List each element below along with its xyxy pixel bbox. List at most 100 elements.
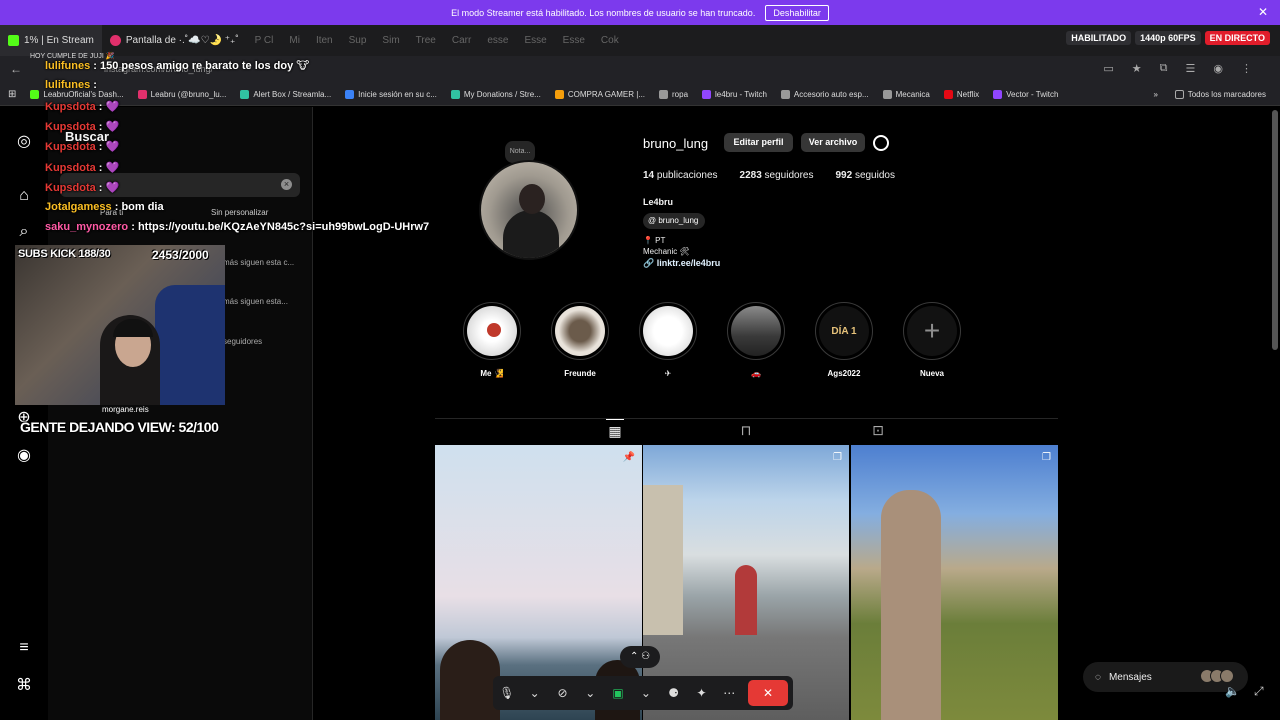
bio-location: 📍 PT [643, 236, 666, 245]
instagram-logo-icon[interactable]: ◎ [15, 133, 33, 151]
view-archive-button[interactable]: Ver archivo [801, 133, 865, 152]
bookmark-item[interactable]: Netflix [943, 90, 979, 99]
posts-grid-icon[interactable]: ▦ [606, 419, 624, 445]
more-options-icon[interactable]: ⋯ [720, 684, 738, 702]
bookmark-favicon-icon [240, 90, 250, 99]
cast-icon[interactable]: ▭ [1103, 62, 1113, 75]
bio-link[interactable]: 🔗 linktr.ee/le4bru [643, 258, 720, 269]
threads-icon[interactable]: ⌘ [15, 677, 33, 695]
back-arrow-icon[interactable]: ← [10, 62, 22, 76]
bookmark-label: Accesorio auto esp... [793, 90, 869, 99]
menu-lines-icon[interactable]: ☰ [1186, 62, 1196, 75]
volume-icon[interactable]: 🔈 [1225, 684, 1240, 698]
clear-icon[interactable]: × [281, 179, 292, 190]
end-call-button[interactable]: ✕ [748, 680, 789, 706]
no-customize-label[interactable]: Sin personalizar [211, 208, 268, 217]
profile-icon[interactable]: ◉ [15, 447, 33, 465]
search-panel: Buscar × Para ti Sin personalizar más si… [48, 107, 313, 720]
suggested-user[interactable]: morgane.reis [102, 405, 149, 414]
screen-share-icon[interactable]: ▣ [609, 684, 627, 702]
bookmark-item[interactable]: Alert Box / Streamla... [240, 90, 331, 99]
tab-8[interactable]: Carr [444, 25, 479, 56]
hamburger-menu-icon[interactable]: ≡ [15, 639, 33, 657]
highlight-plane[interactable]: ✈ [639, 302, 697, 378]
tab-11[interactable]: Esse [555, 25, 593, 56]
highlight-cover: DÍA 1 [819, 306, 869, 356]
tab-label: P Cl [254, 35, 274, 46]
tagged-icon[interactable]: ⊡ [869, 419, 887, 445]
saved-bookmark-icon[interactable]: ⊓ [737, 419, 755, 445]
search-icon[interactable]: ⌕ [15, 223, 33, 241]
highlight-me[interactable]: Me 🧏 [463, 302, 521, 378]
bookmark-item[interactable]: Leabru (@bruno_lu... [137, 90, 226, 99]
tab-6[interactable]: Sim [374, 25, 407, 56]
apps-grid-icon[interactable]: ⊞ [8, 89, 16, 100]
rider-shape [735, 565, 757, 635]
chevron-down-icon[interactable]: ⌄ [581, 684, 599, 702]
bookmark-item[interactable]: le4bru - Twitch [702, 90, 767, 99]
page-scrollbar[interactable] [1272, 110, 1278, 350]
chevron-down-icon[interactable]: ⌄ [526, 684, 544, 702]
chat-text: : https://youtu.be/KQzAeYN845c?si=uh99bw… [131, 221, 430, 233]
edit-profile-button[interactable]: Editar perfil [724, 133, 793, 152]
camera-off-icon[interactable]: ⊘ [553, 684, 571, 702]
post-thumbnail[interactable]: ❐ [851, 445, 1058, 720]
followers-stat[interactable]: 2283 seguidores [740, 170, 814, 181]
tab-label: 1% | En Stream [24, 35, 94, 46]
bookmarks-overflow-icon[interactable]: » [1154, 90, 1158, 99]
star-icon[interactable]: ★ [1132, 62, 1142, 75]
highlight-ags2022[interactable]: DÍA 1 Ags2022 [815, 302, 873, 378]
bookmark-favicon-icon [702, 90, 712, 99]
close-icon[interactable]: ✕ [1258, 5, 1268, 19]
disable-button[interactable]: Deshabilitar [765, 4, 829, 21]
threads-badge[interactable]: @ bruno_lung [643, 213, 706, 229]
highlight-cover [643, 306, 693, 356]
fullscreen-icon[interactable]: ⤢ [1254, 684, 1264, 699]
profile-avatar-icon[interactable]: ◉ [1213, 62, 1223, 75]
expand-call-icon[interactable]: ⌃ ⚇ [620, 646, 660, 668]
carousel-icon: ❐ [1042, 452, 1051, 463]
tab-pantalla[interactable]: Pantalla de ·.˚☁️♡🌛 ⁺₊˚ [102, 25, 247, 56]
chat-text: : [93, 79, 97, 91]
tab-5[interactable]: Sup [341, 25, 375, 56]
tab-12[interactable]: Cok [593, 25, 627, 56]
chevron-down-icon[interactable]: ⌄ [637, 684, 655, 702]
highlight-freunde[interactable]: Freunde [551, 302, 609, 378]
home-icon[interactable]: ⌂ [15, 187, 33, 205]
bookmark-item[interactable]: Mecanica [882, 90, 930, 99]
profile-avatar[interactable] [479, 160, 579, 260]
subs-goal: 2453/2000 [152, 248, 209, 262]
tab-4[interactable]: Iten [308, 25, 341, 56]
bookmark-item[interactable]: My Donations / Stre... [450, 90, 541, 99]
tab-7[interactable]: Tree [408, 25, 444, 56]
all-bookmarks-label: Todos los marcadores [1187, 90, 1266, 99]
messages-button[interactable]: ◌ Mensajes [1083, 662, 1248, 692]
highlight-car[interactable]: 🚗 [727, 302, 785, 378]
bookmark-item[interactable]: LeabruOficial's Dash... [30, 90, 124, 99]
bookmark-item[interactable]: Vector - Twitch [993, 90, 1058, 99]
all-bookmarks[interactable]: Todos los marcadores [1174, 90, 1266, 99]
gamepad-icon[interactable]: ⚈ [665, 684, 683, 702]
tab-9[interactable]: esse [479, 25, 516, 56]
settings-gear-icon[interactable] [873, 135, 889, 151]
bookmark-label: ropa [672, 90, 689, 99]
tab-10[interactable]: Esse [516, 25, 554, 56]
following-stat[interactable]: 992 seguidos [835, 170, 895, 181]
extensions-icon[interactable]: ⧉ [1160, 62, 1168, 75]
highlight-new[interactable]: + Nueva [903, 302, 961, 378]
chat-message: Kupsdota : 💜 [45, 120, 119, 133]
posts-stat: 14 publicaciones [643, 170, 718, 181]
profile-username: bruno_lung [643, 136, 709, 151]
tab-2[interactable]: P Cl [247, 25, 282, 56]
microphone-icon[interactable]: 🎙 [498, 684, 516, 702]
bookmark-item[interactable]: Accesorio auto esp... [780, 90, 869, 99]
bookmark-item[interactable]: ropa [659, 90, 688, 99]
more-icon[interactable]: ⋮ [1241, 62, 1252, 75]
effects-icon[interactable]: ✦ [692, 684, 710, 702]
bookmark-item[interactable]: Inicie sesión en su c... [345, 90, 437, 99]
bookmark-item[interactable]: COMPRA GAMER |... [554, 90, 645, 99]
bookmark-favicon-icon [554, 90, 564, 99]
tab-3[interactable]: Mi [281, 25, 308, 56]
chat-username: Kupsdota [45, 162, 96, 174]
link-icon: 🔗 [643, 258, 657, 268]
